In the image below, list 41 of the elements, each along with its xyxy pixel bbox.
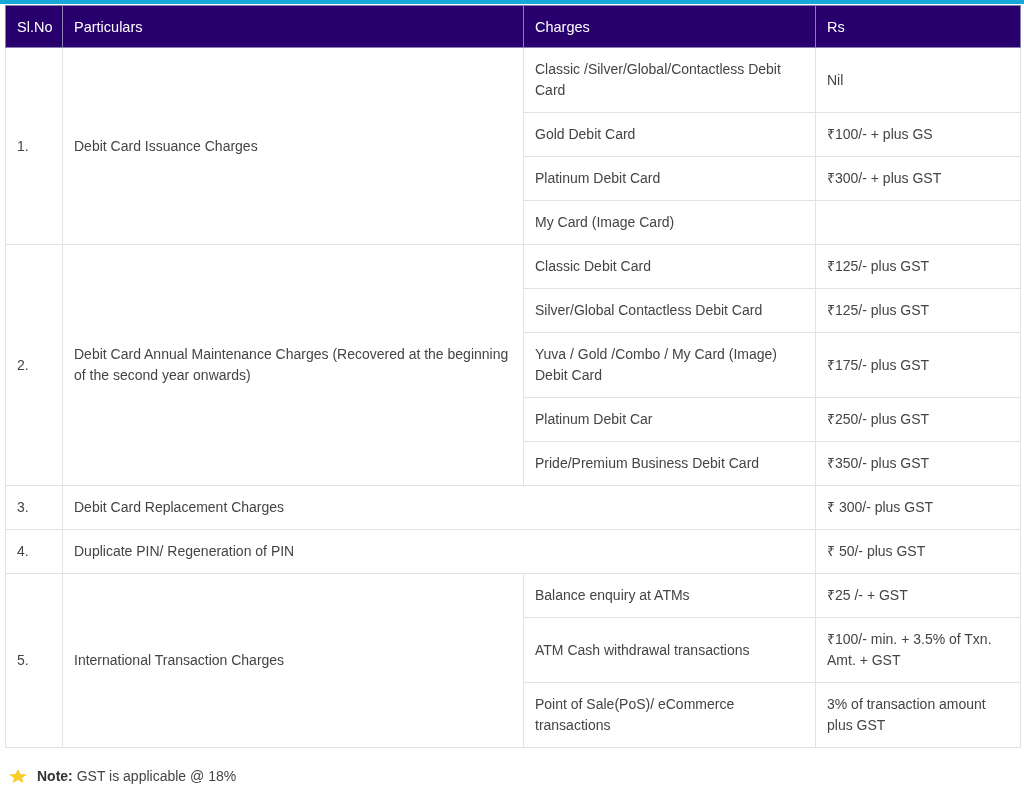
table-cell: ₹250/- plus GST xyxy=(815,397,1021,442)
table-cell: Platinum Debit Car xyxy=(523,397,816,442)
table-cell: Point of Sale(PoS)/ eCommerce transactions xyxy=(523,682,816,748)
table-cell: ₹300/- + plus GST xyxy=(815,156,1021,201)
table-cell: Classic /Silver/Global/Contactless Debit Card xyxy=(523,47,816,113)
table-cell: 2. xyxy=(5,244,63,486)
column-header: Particulars xyxy=(62,5,524,48)
column-header: Sl.No xyxy=(5,5,63,48)
table-cell: ₹175/- plus GST xyxy=(815,332,1021,398)
table-cell: Yuva / Gold /Combo / My Card (Image) Debit Card xyxy=(523,332,816,398)
table-cell: My Card (Image Card) xyxy=(523,200,816,245)
table-cell: Classic Debit Card xyxy=(523,244,816,289)
table-cell: ₹ 50/- plus GST xyxy=(815,529,1021,574)
table-cell: Silver/Global Contactless Debit Card xyxy=(523,288,816,333)
table-cell: ₹25 /- + GST xyxy=(815,573,1021,618)
table-cell: 3% of transaction amount plus GST xyxy=(815,682,1021,748)
table-cell: Debit Card Issuance Charges xyxy=(62,47,524,245)
table-cell: Platinum Debit Card xyxy=(523,156,816,201)
table-cell: ₹ 300/- plus GST xyxy=(815,485,1021,530)
table-cell: 1. xyxy=(5,47,63,245)
table-cell: 5. xyxy=(5,573,63,748)
table-cell: Nil xyxy=(815,47,1021,113)
table-cell: Debit Card Annual Maintenance Charges (Recovered at the beginning of the second year onwards) xyxy=(62,244,524,486)
table-cell: 3. xyxy=(5,485,63,530)
table-cell: Pride/Premium Business Debit Card xyxy=(523,441,816,486)
table-cell: 4. xyxy=(5,529,63,574)
table-cell: Balance enquiry at ATMs xyxy=(523,573,816,618)
table-cell: Gold Debit Card xyxy=(523,112,816,157)
table-cell: International Transaction Charges xyxy=(62,573,524,748)
table-cell: ₹125/- plus GST xyxy=(815,288,1021,333)
star-icon xyxy=(9,769,27,783)
table-cell: ₹125/- plus GST xyxy=(815,244,1021,289)
column-header: Charges xyxy=(523,5,816,48)
column-header: Rs xyxy=(815,5,1021,48)
table-cell: ATM Cash withdrawal transactions xyxy=(523,617,816,683)
note-text: Note: GST is applicable @ 18% xyxy=(37,768,237,784)
table-cell: ₹350/- plus GST xyxy=(815,441,1021,486)
table-cell: Duplicate PIN/ Regeneration of PIN xyxy=(62,529,816,574)
table-cell: ₹100/- min. + 3.5% of Txn. Amt. + GST xyxy=(815,617,1021,683)
table-cell: Debit Card Replacement Charges xyxy=(62,485,816,530)
table-cell: ₹100/- + plus GS xyxy=(815,112,1021,157)
